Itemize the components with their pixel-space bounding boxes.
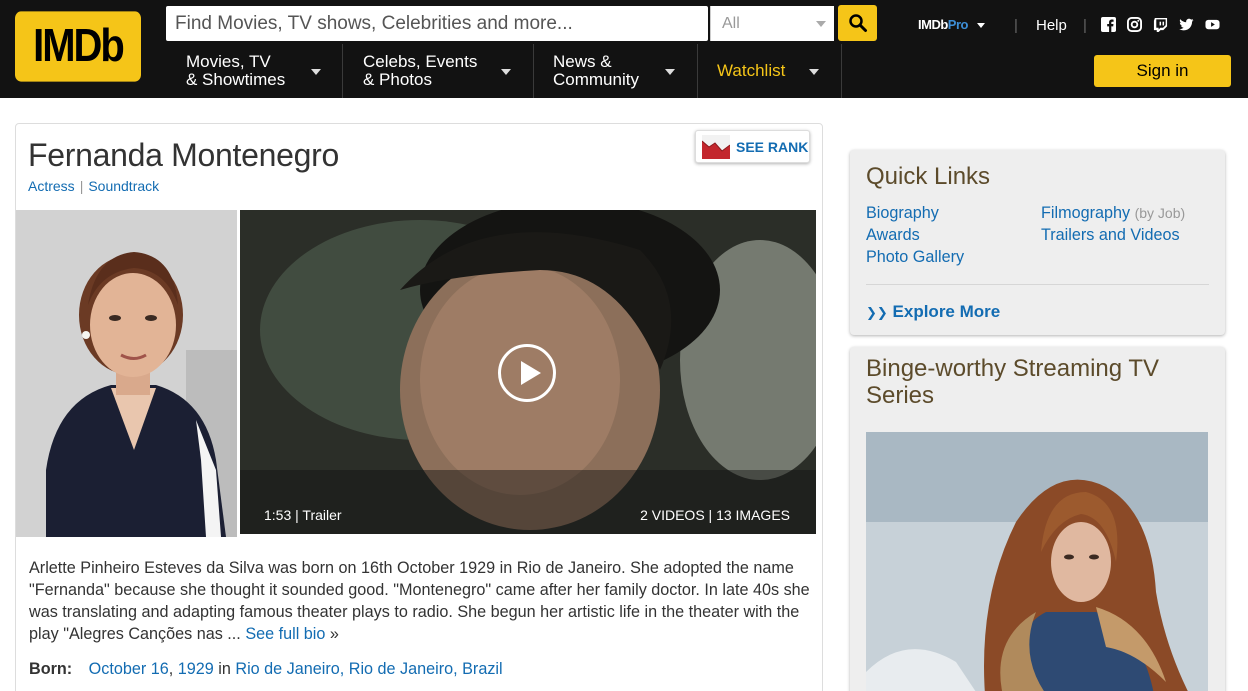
search-icon [848, 14, 867, 32]
chevron-right-icon: » [329, 625, 339, 643]
bio-text: Arlette Pinheiro Esteves da Silva was bo… [29, 559, 810, 643]
nav-label-line2: Community [553, 70, 639, 89]
chevron-down-icon [311, 69, 321, 75]
nav-watchlist[interactable]: Watchlist [699, 44, 842, 98]
born-place-link[interactable]: Rio de Janeiro, Rio de Janeiro, Brazil [235, 660, 502, 678]
explore-more-label: Explore More [892, 302, 1001, 321]
divider: | [79, 178, 84, 194]
portrait-image [16, 210, 237, 537]
search-button[interactable] [838, 5, 877, 41]
filmography-item: Filmography (by Job) [1041, 204, 1185, 223]
nav-label-line2: & Showtimes [186, 70, 286, 89]
chevron-down-icon [809, 69, 819, 75]
nav-label-line1: News & [553, 52, 612, 71]
video-duration: 1:53 [264, 507, 292, 523]
bio-summary: Arlette Pinheiro Esteves da Silva was bo… [29, 557, 814, 645]
nav-label-line1: Celebs, Events [363, 52, 478, 71]
person-photo[interactable] [16, 210, 237, 537]
video-player[interactable]: 1:53 | Trailer 2 VIDEOS | 13 IMAGES [240, 210, 816, 534]
nav-celebs-events-photos[interactable]: Celebs, Events & Photos [344, 44, 534, 98]
role-link-actress[interactable]: Actress [28, 178, 75, 194]
promo-image [866, 432, 1208, 691]
photo-gallery-link[interactable]: Photo Gallery [866, 248, 964, 267]
chevron-down-icon [501, 69, 511, 75]
media-counts[interactable]: 2 VIDEOS | 13 IMAGES [640, 507, 790, 523]
divider [866, 284, 1209, 285]
see-rank-label: SEE RANK [736, 138, 809, 155]
binge-promo-image[interactable] [866, 432, 1208, 691]
nav-label-line1: Movies, TV [186, 52, 271, 71]
twitter-icon[interactable] [1179, 17, 1194, 32]
play-button[interactable] [498, 344, 556, 402]
trailers-videos-link[interactable]: Trailers and Videos [1041, 226, 1180, 245]
born-info: Born: October 16, 1929 in Rio de Janeiro… [29, 660, 503, 678]
search-category-value: All [722, 14, 740, 32]
twitch-icon[interactable] [1153, 17, 1168, 32]
awards-link[interactable]: Awards [866, 226, 920, 245]
chevron-down-icon [977, 23, 986, 29]
quick-links-title: Quick Links [866, 163, 991, 190]
facebook-icon[interactable] [1101, 17, 1116, 32]
explore-more-link[interactable]: ❯❯ Explore More [866, 302, 1000, 322]
youtube-icon[interactable] [1205, 17, 1220, 32]
video-type: Trailer [302, 507, 342, 523]
search-placeholder: Find Movies, TV shows, Celebrities and m… [175, 12, 573, 34]
binge-worthy-panel: Binge-worthy Streaming TV Series [850, 347, 1225, 691]
born-date-link[interactable]: October 16 [89, 660, 169, 678]
filmography-link[interactable]: Filmography [1041, 204, 1130, 222]
quick-links-panel: Quick Links Biography Awards Photo Galle… [850, 150, 1225, 335]
double-chevron-down-icon: ❯❯ [866, 305, 888, 320]
see-rank-button[interactable]: SEE RANK [695, 130, 810, 163]
biography-link[interactable]: Biography [866, 204, 939, 223]
starmeter-chart-icon [702, 134, 730, 159]
chevron-down-icon [816, 21, 826, 27]
chevron-down-icon [665, 69, 675, 75]
born-year-link[interactable]: 1929 [178, 660, 214, 678]
top-navigation-bar: IMDb Find Movies, TV shows, Celebrities … [0, 0, 1248, 98]
role-link-soundtrack[interactable]: Soundtrack [88, 178, 159, 194]
search-category-select[interactable]: All [710, 6, 834, 41]
imdb-logo[interactable]: IMDb [15, 11, 141, 82]
page-title: Fernanda Montenegro [28, 137, 339, 173]
by-job-label: (by Job) [1134, 205, 1186, 221]
born-in-text: in [218, 660, 231, 678]
born-label: Born: [29, 660, 73, 678]
instagram-icon[interactable] [1127, 17, 1142, 32]
see-full-bio-link[interactable]: See full bio [245, 625, 325, 643]
binge-title: Binge-worthy Streaming TV Series [866, 355, 1160, 409]
nav-movies-tv-showtimes[interactable]: Movies, TV & Showtimes [167, 44, 343, 98]
divider: | [1083, 17, 1087, 34]
imdbpro-menu[interactable]: IMDbPro [918, 17, 986, 32]
imdbpro-suffix: Pro [947, 17, 969, 32]
watchlist-label: Watchlist [717, 61, 786, 80]
person-roles: Actress | Soundtrack [28, 178, 159, 194]
help-link[interactable]: Help [1036, 17, 1067, 34]
nav-label-line2: & Photos [363, 70, 432, 89]
nav-news-community[interactable]: News & Community [535, 44, 698, 98]
video-meta: 1:53 | Trailer [264, 507, 342, 523]
imdbpro-prefix: IMDb [918, 17, 948, 32]
divider: | [1014, 17, 1018, 34]
sign-in-button[interactable]: Sign in [1094, 55, 1231, 87]
search-input[interactable]: Find Movies, TV shows, Celebrities and m… [166, 6, 708, 41]
